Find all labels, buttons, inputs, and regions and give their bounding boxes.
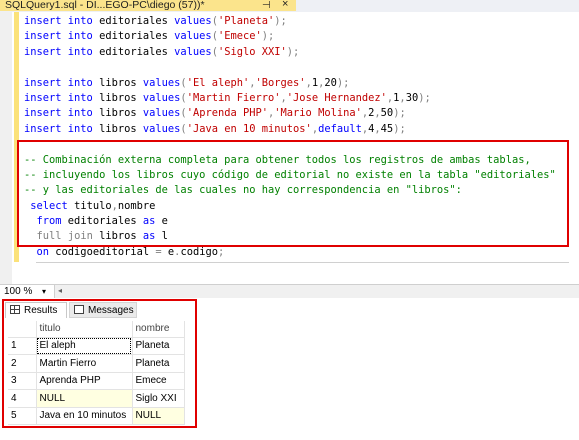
code-token: libros — [92, 107, 143, 120]
code-token: insert into — [24, 76, 93, 89]
code-token: 'Planeta' — [217, 15, 275, 27]
code-token: insert into — [24, 91, 93, 104]
code-token: insert into — [24, 45, 93, 58]
code-token: 'Emece' — [217, 30, 262, 43]
code-line[interactable]: insert into editoriales values('Planeta'… — [24, 14, 556, 29]
document-tab[interactable]: SQLQuery1.sql - DI...EGO-PC\diego (57))*… — [0, 0, 296, 11]
code-token: 30 — [405, 91, 419, 104]
pin-icon[interactable]: ⊣ — [262, 0, 271, 11]
code-line[interactable]: insert into libros values('El aleph','Bo… — [24, 76, 556, 91]
code-token: libros — [92, 122, 143, 135]
document-tab-bar: SQLQuery1.sql - DI...EGO-PC\diego (57))*… — [0, 0, 579, 12]
code-token: ); — [393, 122, 406, 135]
chevron-down-icon: ▾ — [42, 287, 47, 296]
code-token: values — [174, 30, 212, 43]
code-token: 'Siglo XXI' — [217, 45, 287, 58]
code-token: 'Jose Hernandez' — [286, 91, 387, 104]
editor-status-bar: 100 % ▾ ◂ — [0, 284, 579, 298]
code-token: libros — [92, 76, 143, 89]
code-token: ); — [418, 91, 431, 104]
code-token: 'El aleph' — [186, 76, 250, 89]
code-token: values — [142, 91, 181, 104]
code-token: 'Java en 10 minutos' — [186, 122, 312, 135]
code-token: editoriales — [92, 15, 175, 27]
code-token: ); — [393, 107, 406, 120]
code-token: values — [142, 107, 181, 120]
code-token: ; — [217, 245, 225, 258]
code-line[interactable]: insert into editoriales values('Emece'); — [24, 29, 556, 44]
document-tab-title: SQLQuery1.sql - DI...EGO-PC\diego (57))* — [5, 0, 205, 11]
editor-margin — [0, 12, 12, 284]
code-token: values — [142, 76, 181, 89]
editor-horizontal-scrollbar[interactable] — [36, 262, 579, 273]
code-token: ); — [286, 45, 300, 58]
code-token: ); — [274, 15, 287, 27]
code-line[interactable]: on codigoeditorial = e.codigo; — [24, 245, 556, 260]
code-token: 'Borges' — [255, 76, 306, 89]
code-line[interactable]: insert into libros values('Java en 10 mi… — [24, 122, 556, 137]
code-line[interactable] — [24, 60, 556, 75]
code-token: 50 — [380, 107, 394, 120]
code-token: on — [36, 245, 50, 258]
code-token: 45 — [380, 122, 394, 135]
code-token: editoriales — [92, 30, 175, 43]
code-token: 20 — [324, 76, 337, 89]
code-token: codigo — [180, 245, 218, 258]
highlighted-query-box — [17, 140, 569, 247]
close-icon[interactable]: × — [282, 0, 288, 10]
code-token: codigoeditorial — [49, 245, 156, 258]
code-line[interactable]: insert into editoriales values('Siglo XX… — [24, 45, 556, 60]
code-token: editoriales — [92, 45, 175, 58]
code-token: e — [161, 245, 175, 258]
code-token: values — [142, 122, 181, 135]
code-token: values — [174, 15, 212, 27]
code-token: 'Mario Molina' — [274, 107, 362, 120]
code-token: libros — [92, 91, 143, 104]
highlighted-results-box — [2, 299, 197, 428]
code-token: ); — [261, 30, 275, 43]
code-token: insert into — [24, 30, 93, 43]
scroll-left-icon[interactable]: ◂ — [58, 286, 62, 295]
code-token: insert into — [24, 15, 93, 27]
code-token: 'Aprenda PHP' — [186, 107, 269, 120]
code-token: ); — [336, 76, 350, 89]
code-token: default — [318, 122, 362, 135]
code-token: 'Martin Fierro' — [186, 91, 281, 104]
zoom-level: 100 % — [4, 286, 33, 297]
code-token: values — [174, 45, 212, 58]
code-token: insert into — [24, 122, 93, 135]
editor-vertical-scrollbar[interactable] — [569, 12, 579, 284]
code-line[interactable]: insert into libros values('Martin Fierro… — [24, 91, 556, 106]
code-token: insert into — [24, 107, 93, 120]
code-line[interactable]: insert into libros values('Aprenda PHP',… — [24, 106, 556, 121]
zoom-dropdown[interactable]: 100 % ▾ — [0, 285, 55, 298]
